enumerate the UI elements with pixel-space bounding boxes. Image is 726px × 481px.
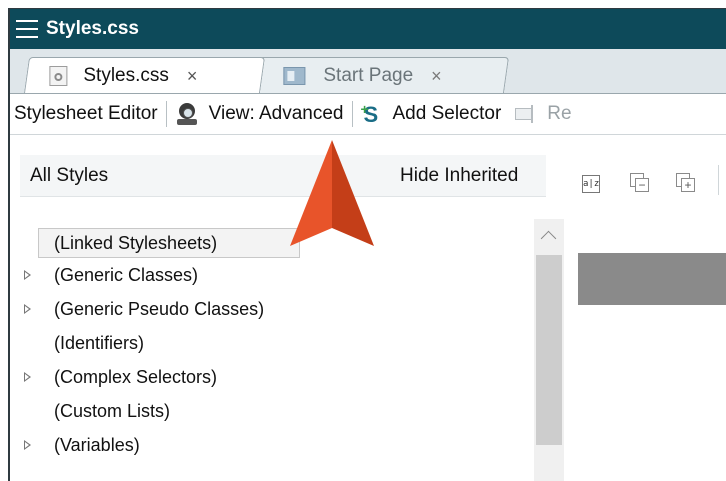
- tree-scrollbar[interactable]: [534, 219, 564, 481]
- tree-item-custom-lists[interactable]: (Custom Lists): [10, 395, 534, 427]
- view-mode-button[interactable]: View: Advanced: [175, 102, 344, 126]
- tree-item-label: (Complex Selectors): [54, 366, 218, 387]
- tree-item-label: (Linked Stylesheets): [54, 232, 218, 253]
- add-selector-button[interactable]: S + Add Selector: [360, 101, 502, 127]
- tree-item-label: (Generic Pseudo Classes): [54, 298, 265, 319]
- css-file-icon: [49, 65, 68, 86]
- annotation-arrow-icon: [290, 140, 374, 246]
- add-selector-icon: S +: [360, 101, 379, 127]
- properties-header: [578, 253, 726, 305]
- tree-item-label: (Custom Lists): [54, 400, 171, 421]
- scroll-thumb[interactable]: [536, 255, 562, 445]
- selector-tree: (Linked Stylesheets) (Generic Classes) (…: [10, 219, 534, 481]
- tree-item-linked-stylesheets[interactable]: (Linked Stylesheets): [10, 227, 534, 259]
- tab-strip: Start Page × Styles.css ×: [10, 49, 726, 94]
- toolbar-separator: [351, 101, 353, 127]
- view-mode-label: View: Advanced: [208, 103, 344, 124]
- rename-icon: [515, 105, 537, 123]
- window-title: Styles.css: [46, 18, 139, 39]
- hide-inherited-toggle[interactable]: Hide Inherited: [400, 165, 518, 187]
- tree-item-complex-selectors[interactable]: (Complex Selectors): [10, 361, 534, 393]
- divider: [718, 165, 719, 195]
- expand-arrow-icon[interactable]: [24, 372, 31, 382]
- collapse-all-icon[interactable]: −: [630, 173, 650, 193]
- tree-item-identifiers[interactable]: (Identifiers): [10, 327, 534, 359]
- toolbar: Stylesheet Editor View: Advanced S + Add …: [10, 94, 726, 135]
- hamburger-menu-icon[interactable]: [16, 20, 38, 38]
- start-page-icon: [283, 66, 306, 85]
- tab-styles-css[interactable]: Styles.css ×: [24, 57, 266, 93]
- tree-item-generic-pseudo-classes[interactable]: (Generic Pseudo Classes): [10, 293, 534, 325]
- scroll-up-icon[interactable]: [540, 230, 557, 247]
- add-selector-label: Add Selector: [392, 103, 502, 124]
- expand-all-icon[interactable]: +: [676, 173, 696, 193]
- sort-alphabetical-icon[interactable]: a|z: [582, 175, 600, 193]
- tab-start-page[interactable]: Start Page ×: [254, 57, 510, 93]
- title-bar: Styles.css: [10, 9, 726, 49]
- expand-arrow-icon[interactable]: [24, 440, 31, 450]
- tab-label: Start Page: [323, 64, 414, 86]
- tree-item-label: (Variables): [54, 434, 140, 455]
- tree-item-variables[interactable]: (Variables): [10, 429, 534, 461]
- stylesheet-editor-button[interactable]: Stylesheet Editor: [14, 103, 158, 125]
- rename-label: Re: [547, 103, 572, 124]
- rename-selector-button[interactable]: Re: [515, 103, 572, 125]
- tab-label: Styles.css: [83, 64, 169, 86]
- close-icon[interactable]: ×: [187, 65, 198, 86]
- styles-filter-dropdown[interactable]: All Styles Hide Inherited: [20, 155, 546, 197]
- properties-pane: [570, 219, 726, 481]
- expand-arrow-icon[interactable]: [24, 304, 31, 314]
- tree-item-generic-classes[interactable]: (Generic Classes): [10, 259, 534, 291]
- expand-arrow-icon[interactable]: [24, 270, 31, 280]
- toolbar-separator: [165, 101, 167, 127]
- filter-value: All Styles: [30, 165, 109, 186]
- view-lamp-icon: [175, 102, 199, 126]
- close-icon[interactable]: ×: [431, 65, 442, 86]
- tree-item-label: (Identifiers): [54, 332, 145, 353]
- tree-item-label: (Generic Classes): [54, 264, 199, 285]
